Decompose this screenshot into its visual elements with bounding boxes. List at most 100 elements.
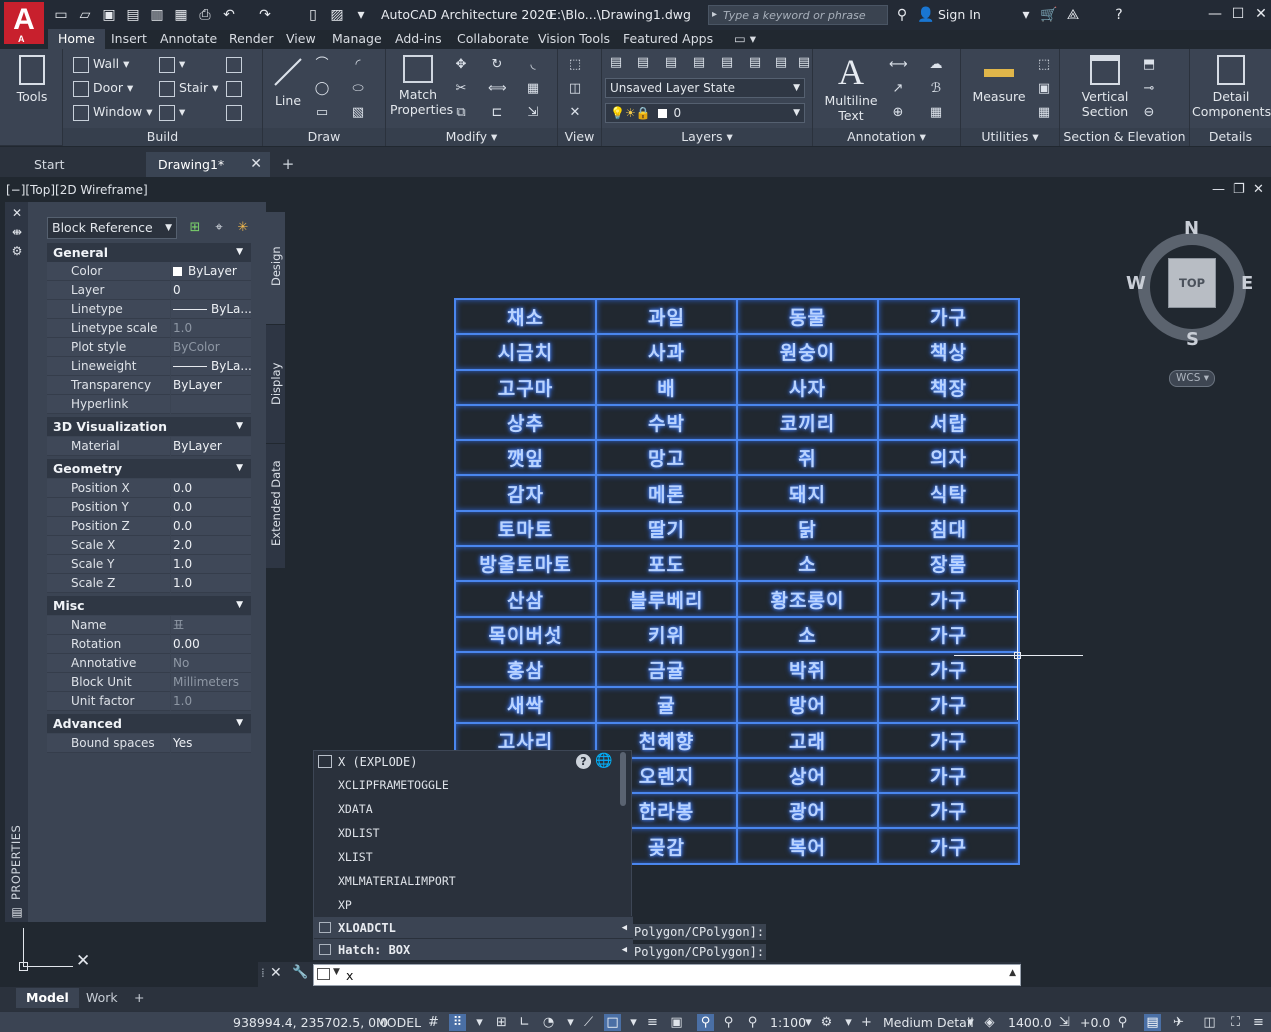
slab-button[interactable]: ▾ (159, 104, 185, 121)
fillet-icon[interactable]: ◟ (524, 56, 542, 74)
workspace-icon[interactable]: ▨ (328, 6, 346, 24)
tab-extended-data[interactable]: Extended Data (266, 444, 285, 568)
rectangle-icon[interactable]: ▭ (313, 104, 331, 122)
application-menu-button[interactable]: A A (4, 2, 44, 44)
table-cell[interactable]: 새싹 (454, 686, 597, 724)
compass-north[interactable]: N (1184, 218, 1199, 239)
autocomplete-item[interactable]: XDATA (314, 797, 624, 821)
table-cell[interactable]: 의자 (877, 439, 1020, 477)
command-input[interactable] (346, 967, 996, 983)
wcs-menu-button[interactable]: WCS ▾ (1169, 370, 1215, 387)
table-cell[interactable]: 홍삼 (454, 650, 597, 689)
view-cube-icon[interactable]: ⬚ (566, 56, 584, 74)
scale-dropdown-icon[interactable]: ▾ (800, 1014, 817, 1031)
line-button[interactable]: Line (268, 55, 308, 108)
tab-annotate[interactable]: Annotate (150, 29, 227, 49)
grid-button[interactable] (226, 56, 242, 73)
palette-settings-icon[interactable]: ⚙ (9, 243, 25, 259)
open-web-icon[interactable]: ▥ (148, 6, 166, 24)
table-cell[interactable]: 장롬 (877, 545, 1020, 583)
prop-value[interactable]: 1.0 (171, 555, 251, 574)
viewport-restore-icon[interactable]: ❐ (1233, 182, 1245, 197)
autocomplete-submenu-hatch[interactable]: Hatch: BOX ◀ (314, 938, 633, 960)
recent-commands-icon[interactable] (317, 968, 330, 980)
polar-tracking-icon[interactable]: ◔ (540, 1014, 557, 1031)
help-icon[interactable]: ? (1110, 6, 1128, 24)
auto-scale-icon[interactable]: ⚲ (720, 1014, 737, 1031)
prop-value[interactable]: 표 (171, 616, 251, 635)
table-cell[interactable]: 소 (736, 615, 879, 653)
model-space-toggle[interactable]: MODEL (376, 1015, 421, 1030)
table-cell[interactable]: 가구 (877, 580, 1020, 618)
prop-value[interactable]: ByColor (171, 338, 251, 357)
select-similar-icon[interactable]: ⬚ (1035, 56, 1053, 74)
compass-south[interactable]: S (1186, 329, 1199, 350)
table-cell[interactable]: 가구 (877, 792, 1020, 830)
quick-access-more-icon[interactable]: ▾ (352, 6, 370, 24)
sign-in-link[interactable]: Sign In (938, 7, 981, 22)
section-general[interactable]: General ▼ (47, 243, 251, 262)
table-cell[interactable]: 목이버섯 (454, 615, 597, 653)
layer-isolate-icon[interactable]: ▤ (662, 54, 680, 72)
fullscreen-icon[interactable]: ⛶ (1227, 1014, 1244, 1031)
command-line-grip-icon[interactable]: ⁞ (261, 966, 265, 980)
table-cell[interactable]: 상추 (454, 403, 597, 442)
autocomplete-scrollbar[interactable] (620, 752, 626, 806)
prop-value[interactable]: 0.0 (171, 498, 251, 517)
vertical-section-button[interactable]: Vertical Section (1070, 55, 1140, 119)
surface-hatch-icon[interactable]: ⚲ (1114, 1014, 1131, 1031)
prop-row[interactable]: Block Unit Millimeters (47, 673, 251, 692)
utilities-panel-title[interactable]: Utilities ▾ (961, 128, 1059, 146)
prop-row[interactable]: Linetype ByLa... (47, 300, 251, 319)
prop-row[interactable]: Position X 0.0 (47, 479, 251, 498)
elevation-icon[interactable]: ◈ (981, 1014, 998, 1031)
layer-walk-icon[interactable]: ▤ (772, 54, 790, 72)
draw-panel-title[interactable]: Draw (263, 128, 385, 146)
recent-commands-dropdown-icon[interactable]: ▼ (333, 967, 340, 977)
save-web-icon[interactable]: ▦ (172, 6, 190, 24)
space-button[interactable] (226, 104, 242, 121)
table-cell[interactable]: 원숭이 (736, 333, 879, 371)
section-mark-icon[interactable]: ⊖ (1140, 104, 1158, 122)
snap-toggle-icon[interactable]: ⠿ (449, 1014, 466, 1031)
modify-panel-title[interactable]: Modify ▾ (386, 128, 557, 146)
close-tab-icon[interactable]: ✕ (250, 152, 262, 177)
table-cell[interactable]: 감자 (454, 474, 597, 512)
viewport-minimize-icon[interactable]: — (1212, 182, 1225, 197)
layer-lock-icon[interactable]: ▤ (746, 54, 764, 72)
view-isolate-icon[interactable]: ◫ (566, 80, 584, 98)
prop-value[interactable] (171, 395, 251, 414)
table-cell[interactable]: 방어 (736, 686, 879, 724)
autocomplete-item[interactable]: XCLIPFRAMETOGGLE (314, 773, 624, 797)
table-cell[interactable]: 침대 (877, 509, 1020, 548)
tab-add-ins[interactable]: Add-ins (385, 29, 452, 49)
table-cell[interactable]: 광어 (736, 792, 879, 830)
quick-select-icon[interactable]: ✳ (234, 219, 252, 237)
prop-row[interactable]: Position Z 0.0 (47, 517, 251, 536)
palette-close-icon[interactable]: ✕ (9, 205, 25, 221)
roof-button[interactable]: ▾ (159, 56, 185, 73)
elevation-value[interactable]: 1400.0 (1008, 1015, 1052, 1030)
prop-row[interactable]: Scale Z 1.0 (47, 574, 251, 593)
table-cell[interactable]: 동물 (736, 297, 879, 336)
table-cell[interactable]: 방울토마토 (454, 545, 597, 583)
array-icon[interactable]: ▦ (524, 80, 542, 98)
snap-dropdown-icon[interactable]: ▾ (471, 1014, 488, 1031)
transparency-icon[interactable]: ▣ (668, 1014, 685, 1031)
command-input-box[interactable]: ▼ ▲ (313, 964, 1021, 986)
table-cell[interactable]: 깻잎 (454, 439, 597, 477)
prop-row[interactable]: Bound spaces Yes (47, 734, 251, 753)
ortho-icon[interactable]: ∟ (516, 1014, 533, 1031)
table-cell[interactable]: 망고 (595, 439, 738, 477)
prop-value[interactable]: ByLa... (171, 300, 251, 319)
table-cell[interactable]: 토마토 (454, 509, 597, 548)
multiline-text-button[interactable]: A Multiline Text (823, 54, 879, 123)
compass-east[interactable]: E (1241, 273, 1253, 294)
table-cell[interactable]: 서랍 (877, 403, 1020, 442)
tab-view[interactable]: View (276, 29, 326, 49)
prop-value[interactable]: ByLayer (171, 376, 251, 395)
table-cell[interactable]: 메론 (595, 474, 738, 512)
details-panel-title[interactable]: Details (1190, 128, 1271, 146)
maximize-button[interactable]: ☐ (1227, 4, 1249, 24)
prop-row[interactable]: Plot style ByColor (47, 338, 251, 357)
